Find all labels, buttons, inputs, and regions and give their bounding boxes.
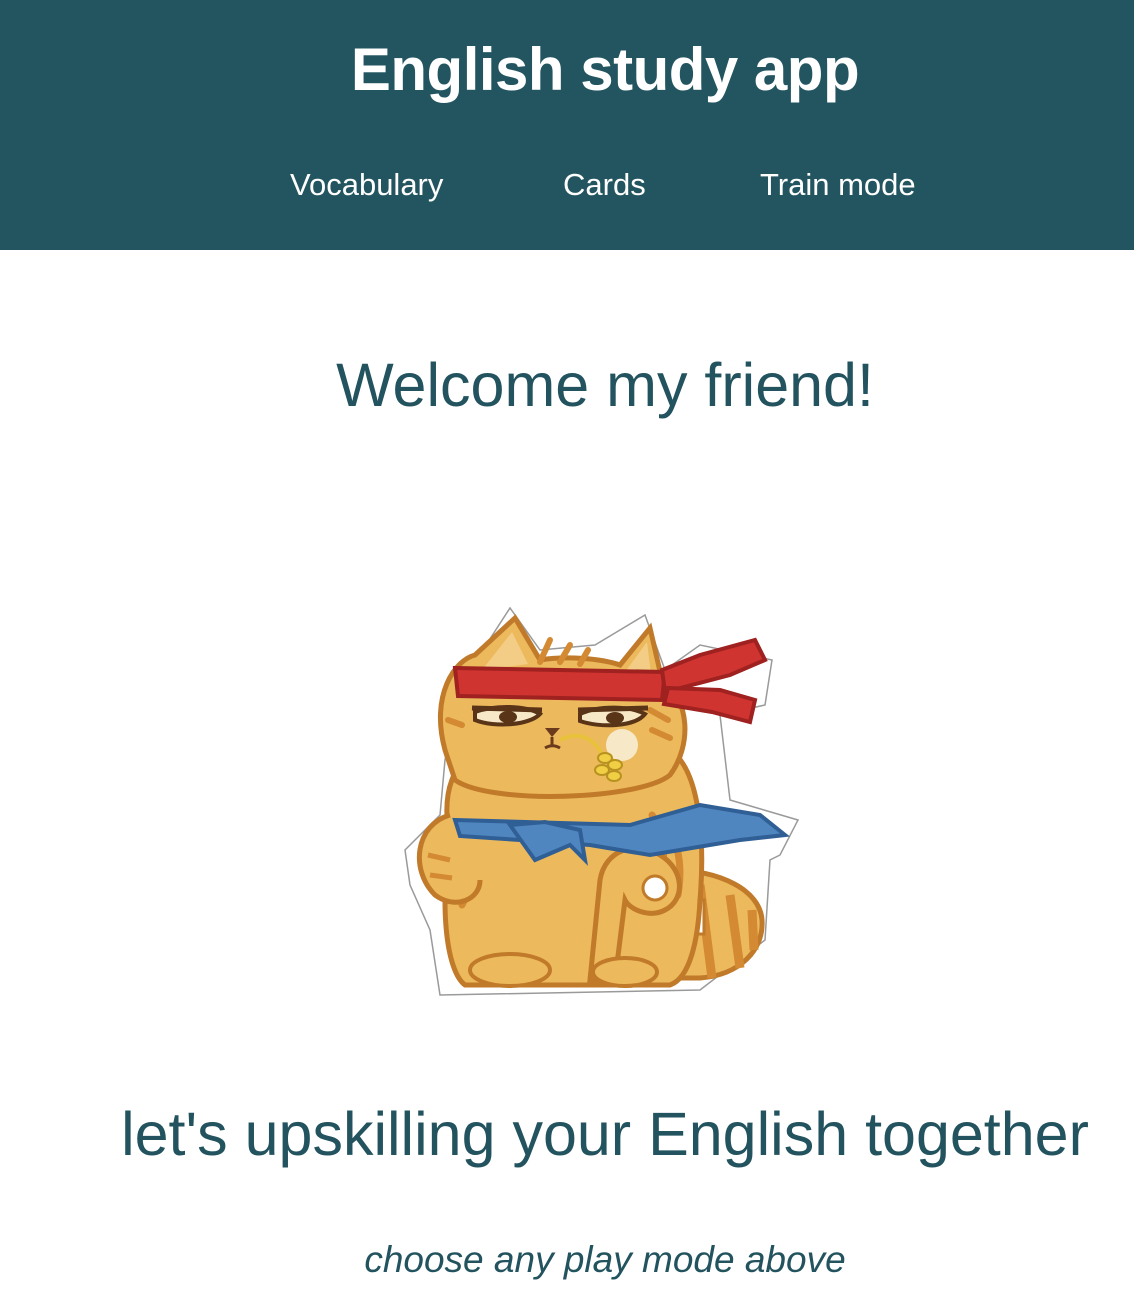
app-header: English study app Vocabulary Cards Train…: [0, 0, 1134, 250]
welcome-heading: Welcome my friend!: [336, 351, 874, 419]
app-title: English study app: [350, 36, 860, 103]
nav-link-vocabulary[interactable]: Vocabulary: [290, 162, 443, 208]
tagline: let's upskilling your English together: [121, 1100, 1089, 1168]
main-nav: Vocabulary Cards Train mode: [0, 162, 1134, 208]
hint-text: choose any play mode above: [364, 1239, 846, 1280]
nav-link-cards[interactable]: Cards: [563, 162, 646, 208]
cat-sticker-icon: [400, 600, 810, 1000]
nav-link-train-mode[interactable]: Train mode: [760, 162, 916, 208]
